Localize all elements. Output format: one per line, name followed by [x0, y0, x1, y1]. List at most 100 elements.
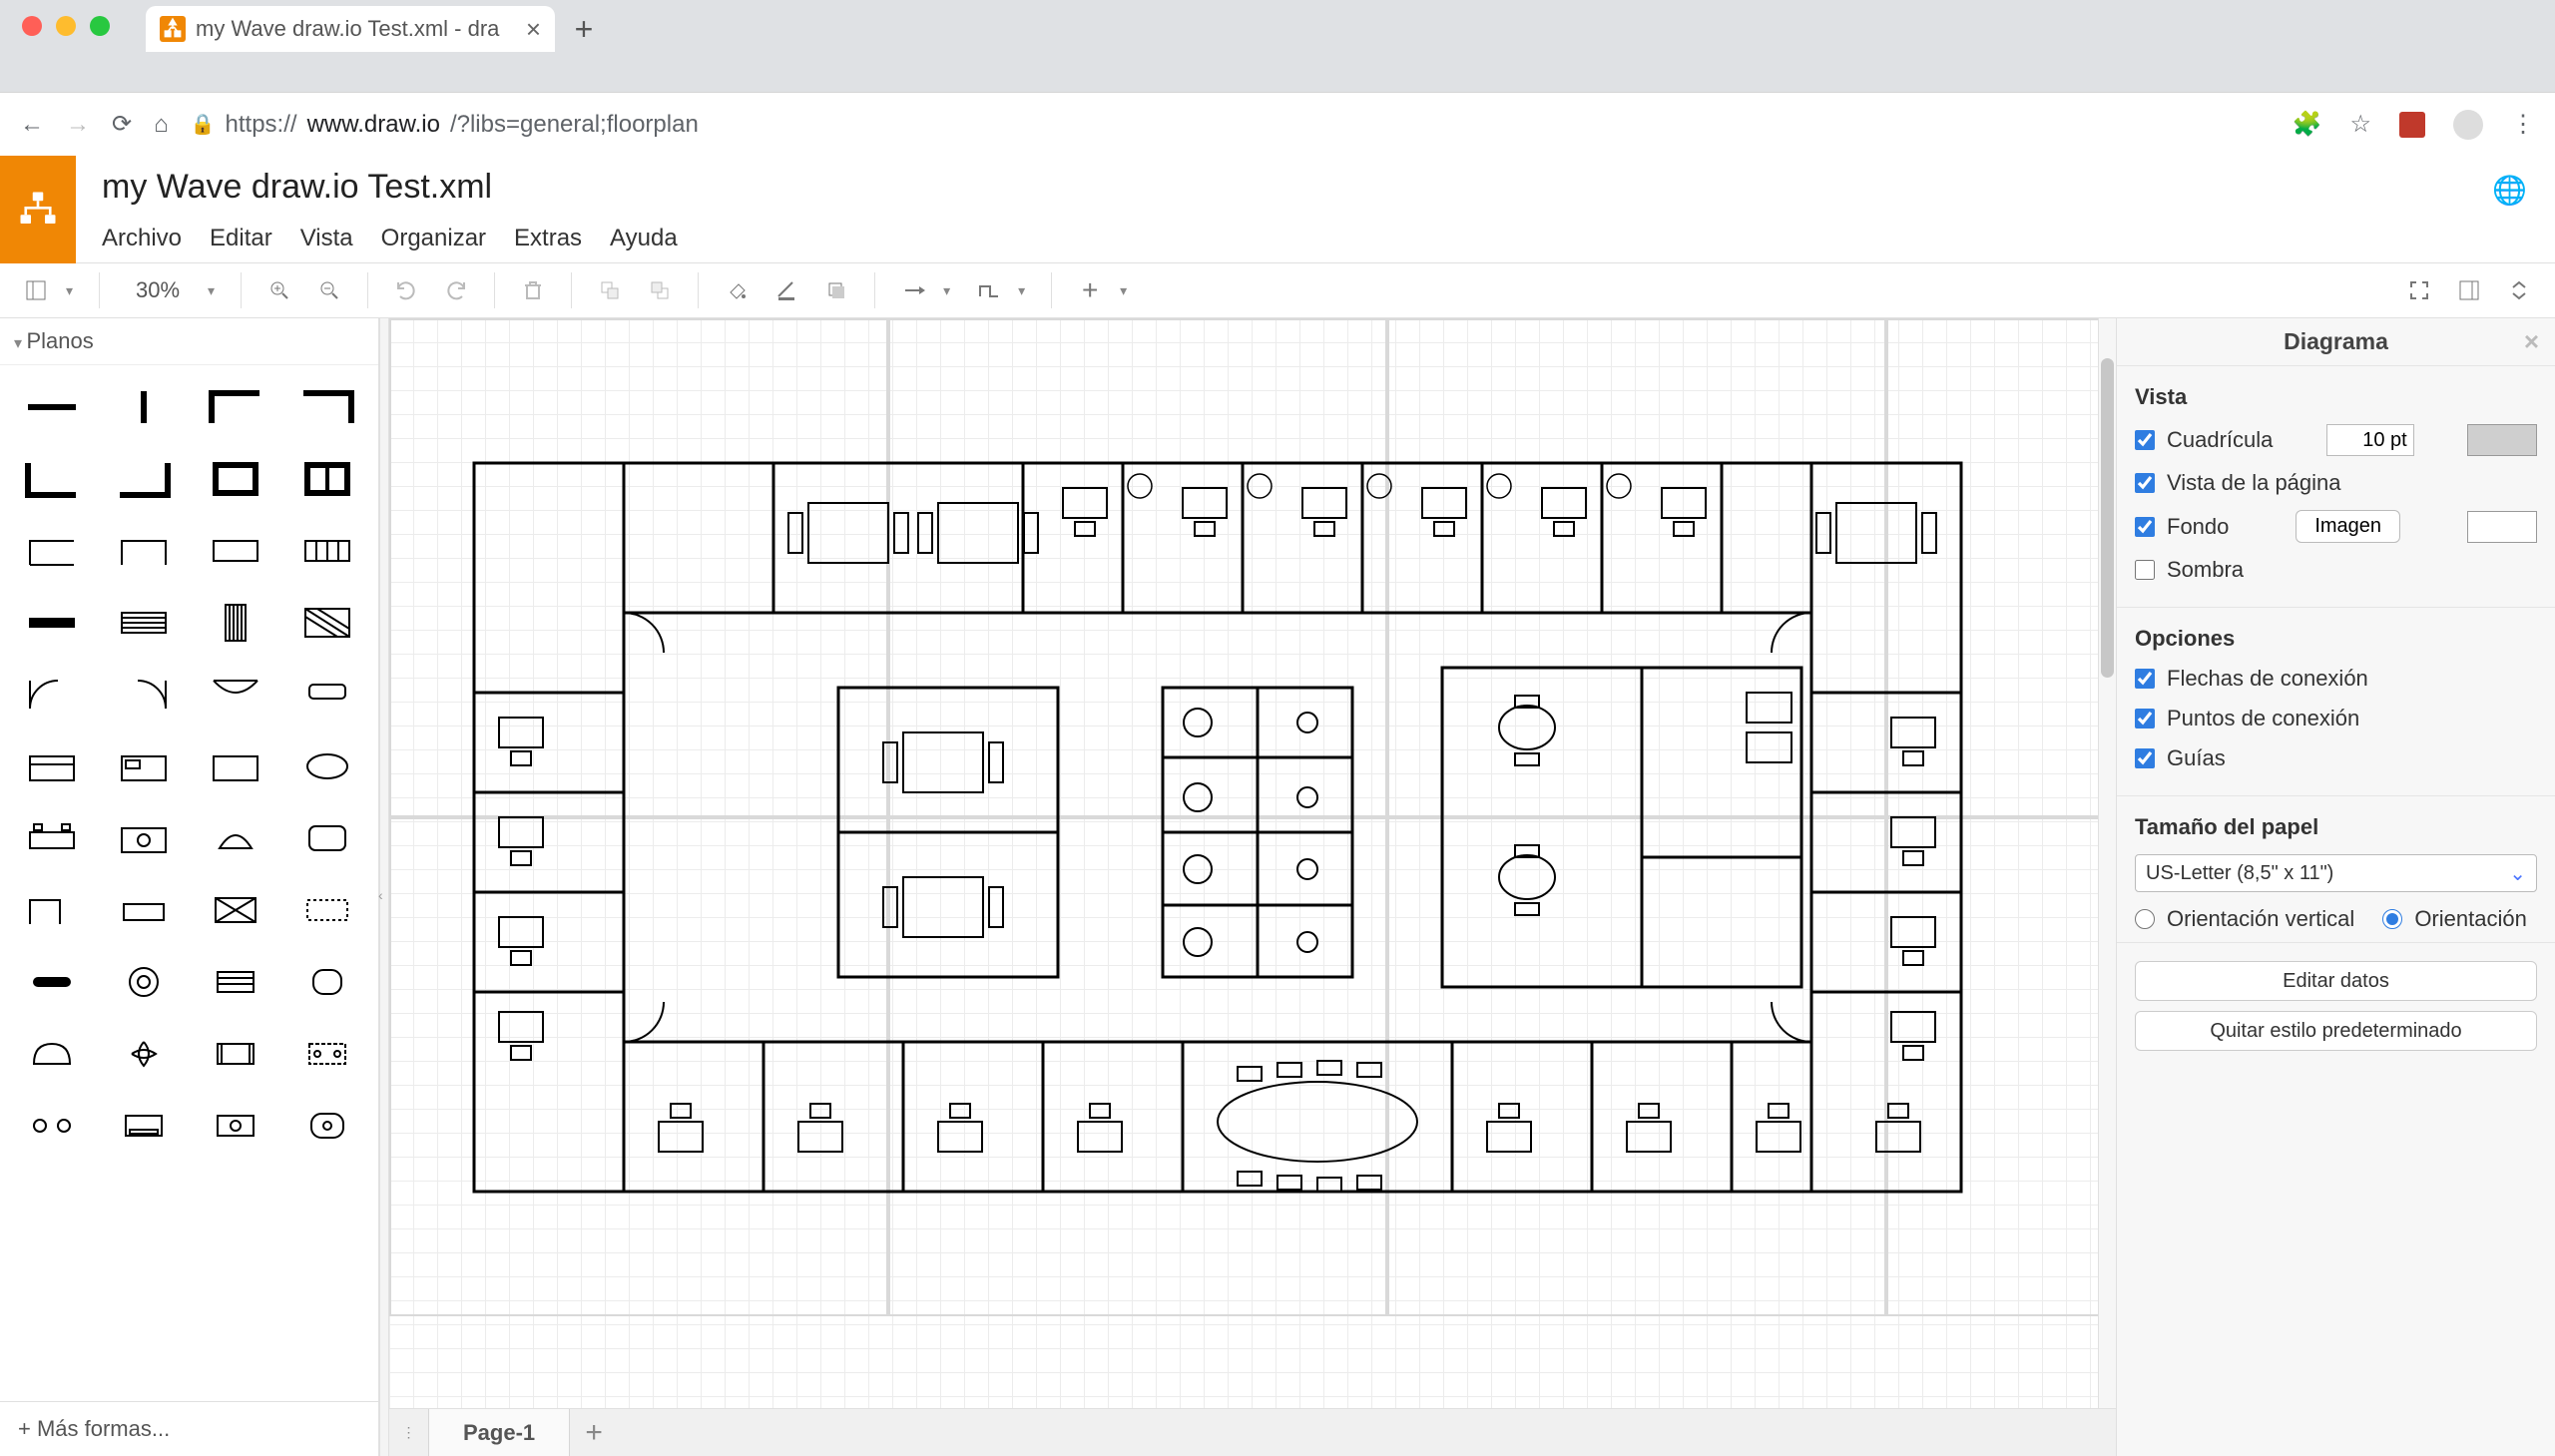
insert-dropdown-icon[interactable]: ▾ [1120, 282, 1127, 299]
shape-thumb-33[interactable] [110, 958, 178, 1006]
floorplan-drawing[interactable] [469, 458, 1966, 1197]
shape-thumb-3[interactable] [293, 383, 361, 431]
shape-thumb-22[interactable] [202, 742, 269, 790]
shape-thumb-25[interactable] [110, 814, 178, 862]
shape-thumb-14[interactable] [202, 599, 269, 647]
kebab-menu-icon[interactable]: ⋮ [2511, 110, 2535, 139]
to-front-icon[interactable] [590, 270, 630, 310]
shape-thumb-31[interactable] [293, 886, 361, 934]
menu-vista[interactable]: Vista [300, 225, 353, 252]
shape-thumb-30[interactable] [202, 886, 269, 934]
shape-thumb-40[interactable] [18, 1102, 86, 1150]
shape-thumb-15[interactable] [293, 599, 361, 647]
bookmark-star-icon[interactable]: ☆ [2349, 110, 2371, 139]
shape-thumb-32[interactable] [18, 958, 86, 1006]
shape-thumb-6[interactable] [202, 455, 269, 503]
zoom-dropdown-icon[interactable]: ▾ [208, 282, 215, 299]
menu-ayuda[interactable]: Ayuda [610, 225, 678, 252]
shape-thumb-7[interactable] [293, 455, 361, 503]
zoom-level[interactable]: 30% [118, 277, 198, 303]
shape-thumb-2[interactable] [202, 383, 269, 431]
paper-size-select[interactable]: US-Letter (8,5" x 11") ⌄ [2135, 854, 2537, 892]
close-format-panel-icon[interactable]: × [2524, 326, 2539, 357]
shape-thumb-37[interactable] [110, 1030, 178, 1078]
grid-color-swatch[interactable] [2467, 424, 2537, 456]
shape-thumb-20[interactable] [18, 742, 86, 790]
page-view-checkbox[interactable] [2135, 473, 2155, 493]
page-tab[interactable]: Page-1 [429, 1409, 570, 1456]
line-color-icon[interactable] [766, 270, 806, 310]
shape-thumb-10[interactable] [202, 527, 269, 575]
shapes-section-header[interactable]: Planos [0, 318, 378, 365]
url-field[interactable]: 🔒 https://www.draw.io/?libs=general;floo… [191, 111, 2271, 139]
portrait-radio[interactable] [2135, 909, 2155, 929]
shape-thumb-29[interactable] [110, 886, 178, 934]
connection-dropdown-icon[interactable]: ▾ [943, 282, 950, 299]
shape-thumb-28[interactable] [18, 886, 86, 934]
shape-thumb-27[interactable] [293, 814, 361, 862]
menu-archivo[interactable]: Archivo [102, 225, 182, 252]
shape-thumb-36[interactable] [18, 1030, 86, 1078]
fullscreen-icon[interactable] [2399, 270, 2439, 310]
shape-thumb-24[interactable] [18, 814, 86, 862]
insert-icon[interactable]: + [1070, 270, 1110, 310]
extension-icon[interactable]: 🧩 [2293, 110, 2322, 139]
shape-thumb-42[interactable] [202, 1102, 269, 1150]
background-color-swatch[interactable] [2467, 511, 2537, 543]
shape-thumb-18[interactable] [202, 671, 269, 719]
maximize-window-icon[interactable] [90, 16, 110, 36]
shape-thumb-38[interactable] [202, 1030, 269, 1078]
to-back-icon[interactable] [640, 270, 680, 310]
shape-thumb-43[interactable] [293, 1102, 361, 1150]
canvas[interactable] [389, 318, 2116, 1408]
shadow-icon[interactable] [816, 270, 856, 310]
format-panel-toggle-icon[interactable] [2449, 270, 2489, 310]
guides-checkbox[interactable] [2135, 748, 2155, 768]
shape-thumb-16[interactable] [18, 671, 86, 719]
more-shapes-button[interactable]: + Más formas... [0, 1401, 378, 1456]
edit-data-button[interactable]: Editar datos [2135, 961, 2537, 1001]
menu-extras[interactable]: Extras [514, 225, 582, 252]
undo-icon[interactable] [386, 270, 426, 310]
shape-thumb-11[interactable] [293, 527, 361, 575]
view-mode-dropdown-icon[interactable]: ▾ [66, 282, 73, 299]
reload-button[interactable]: ⟳ [112, 110, 132, 139]
shape-thumb-4[interactable] [18, 455, 86, 503]
browser-tab[interactable]: my Wave draw.io Test.xml - dra × [146, 6, 555, 52]
waypoint-dropdown-icon[interactable]: ▾ [1018, 282, 1025, 299]
grid-size-input[interactable] [2326, 424, 2414, 456]
shape-thumb-35[interactable] [293, 958, 361, 1006]
profile-avatar[interactable] [2453, 110, 2483, 140]
menu-editar[interactable]: Editar [210, 225, 272, 252]
mendeley-extension-icon[interactable] [2399, 112, 2425, 138]
shape-thumb-0[interactable] [18, 383, 86, 431]
delete-icon[interactable] [513, 270, 553, 310]
app-logo[interactable] [0, 156, 76, 263]
new-tab-button[interactable]: + [561, 6, 607, 52]
menu-organizar[interactable]: Organizar [381, 225, 486, 252]
minimize-window-icon[interactable] [56, 16, 76, 36]
shape-thumb-8[interactable] [18, 527, 86, 575]
shape-thumb-13[interactable] [110, 599, 178, 647]
shape-thumb-17[interactable] [110, 671, 178, 719]
page-tab-menu-icon[interactable]: ⋮ [389, 1409, 429, 1456]
shape-thumb-1[interactable] [110, 383, 178, 431]
back-button[interactable]: ← [20, 111, 44, 139]
shape-thumb-9[interactable] [110, 527, 178, 575]
forward-button[interactable]: → [66, 111, 90, 139]
clear-default-style-button[interactable]: Quitar estilo predeterminado [2135, 1011, 2537, 1051]
shape-thumb-21[interactable] [110, 742, 178, 790]
shape-thumb-41[interactable] [110, 1102, 178, 1150]
fill-color-icon[interactable] [717, 270, 757, 310]
zoom-in-icon[interactable] [259, 270, 299, 310]
zoom-out-icon[interactable] [309, 270, 349, 310]
shape-thumb-39[interactable] [293, 1030, 361, 1078]
view-mode-icon[interactable] [16, 270, 56, 310]
shape-thumb-34[interactable] [202, 958, 269, 1006]
shape-thumb-5[interactable] [110, 455, 178, 503]
redo-icon[interactable] [436, 270, 476, 310]
outline-panel-toggle-icon[interactable] [2499, 270, 2539, 310]
document-title[interactable]: my Wave draw.io Test.xml [102, 168, 2438, 207]
collapse-sidebar-handle[interactable] [379, 318, 389, 1456]
background-image-button[interactable]: Imagen [2296, 510, 2400, 543]
